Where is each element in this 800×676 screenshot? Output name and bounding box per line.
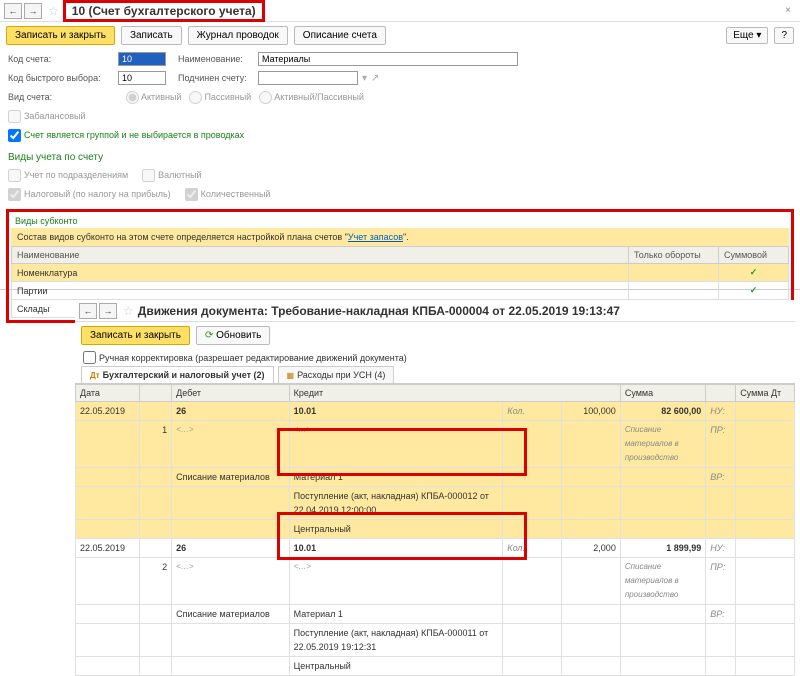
- save-close-button[interactable]: Записать и закрыть: [6, 26, 115, 45]
- cb-curr[interactable]: Валютный: [142, 169, 201, 182]
- debit-credit-icon: Дт: [90, 371, 100, 380]
- col-sumdt: Сумма Дт: [736, 385, 795, 402]
- radio-ap[interactable]: Активный/Пассивный: [259, 91, 364, 104]
- col-credit: Кредит: [289, 385, 620, 402]
- acct-types-title: Виды учета по счету: [8, 152, 800, 163]
- col-only: Только обороты: [629, 247, 719, 264]
- register-icon: ▦: [287, 371, 295, 380]
- col-date: Дата: [76, 385, 140, 402]
- col-debit: Дебет: [172, 385, 290, 402]
- lookup-icon[interactable]: ▾: [362, 73, 367, 84]
- radio-active[interactable]: Активный: [126, 91, 181, 104]
- help-button[interactable]: ?: [774, 27, 794, 44]
- quick-label: Код быстрого выбора:: [8, 73, 118, 83]
- col-sum: Суммовой: [719, 247, 789, 264]
- radio-passive[interactable]: Пассивный: [189, 91, 251, 104]
- entry-row[interactable]: 22.05.2019 26 10.01 Кол. 2,000 1 899,99 …: [76, 539, 795, 558]
- code-label: Код счета:: [8, 54, 118, 64]
- save-button[interactable]: Записать: [121, 26, 182, 45]
- desc-button[interactable]: Описание счета: [294, 26, 386, 45]
- quick-input[interactable]: [118, 71, 166, 85]
- window-title: 10 (Счет бухгалтерского учета): [63, 0, 265, 22]
- cb-manual[interactable]: Ручная корректировка (разрешает редактир…: [83, 351, 773, 364]
- more-button[interactable]: Еще ▾: [726, 27, 768, 44]
- cb-dept[interactable]: Учет по подразделениям: [8, 169, 128, 182]
- tab-usn[interactable]: ▦Расходы при УСН (4): [278, 366, 395, 383]
- refresh-button[interactable]: ⟳ Обновить: [196, 326, 270, 345]
- cb-tax[interactable]: Налоговый (по налогу на прибыль): [8, 188, 171, 201]
- open-icon[interactable]: ↗: [371, 73, 379, 84]
- parent-input[interactable]: [258, 71, 358, 85]
- tab-accounting[interactable]: ДтБухгалтерский и налоговый учет (2): [81, 366, 274, 383]
- name-input[interactable]: [258, 52, 518, 66]
- subkonto-hint: Состав видов субконто на этом счете опре…: [11, 228, 789, 246]
- nav-back[interactable]: ←: [4, 3, 22, 19]
- col-name: Наименование: [12, 247, 629, 264]
- parent-label: Подчинен счету:: [178, 73, 258, 83]
- nav-fwd[interactable]: →: [99, 303, 117, 319]
- entry-row[interactable]: 22.05.2019 26 10.01 Кол. 100,000 82 600,…: [76, 402, 795, 421]
- star-icon[interactable]: ☆: [123, 304, 134, 318]
- subkonto-row[interactable]: Партии✓: [12, 282, 789, 300]
- name-label: Наименование:: [178, 54, 258, 64]
- star-icon[interactable]: ☆: [48, 4, 59, 18]
- journal-button[interactable]: Журнал проводок: [188, 26, 288, 45]
- subkonto-title: Виды субконто: [11, 214, 789, 228]
- cb-group[interactable]: Счет является группой и не выбирается в …: [8, 129, 244, 142]
- nav-back[interactable]: ←: [79, 303, 97, 319]
- close-icon[interactable]: ×: [780, 3, 796, 19]
- save-close-button[interactable]: Записать и закрыть: [81, 326, 190, 345]
- cb-offbalance[interactable]: Забалансовый: [8, 110, 86, 123]
- cb-qty[interactable]: Количественный: [185, 188, 271, 201]
- stock-link[interactable]: Учет запасов: [348, 232, 403, 242]
- nav-fwd[interactable]: →: [24, 3, 42, 19]
- col-sum: Сумма: [620, 385, 705, 402]
- code-input[interactable]: [118, 52, 166, 66]
- subkonto-row[interactable]: Номенклатура✓: [12, 264, 789, 282]
- kind-label: Вид счета:: [8, 92, 118, 102]
- doc-title: Движения документа: Требование-накладная…: [138, 302, 620, 320]
